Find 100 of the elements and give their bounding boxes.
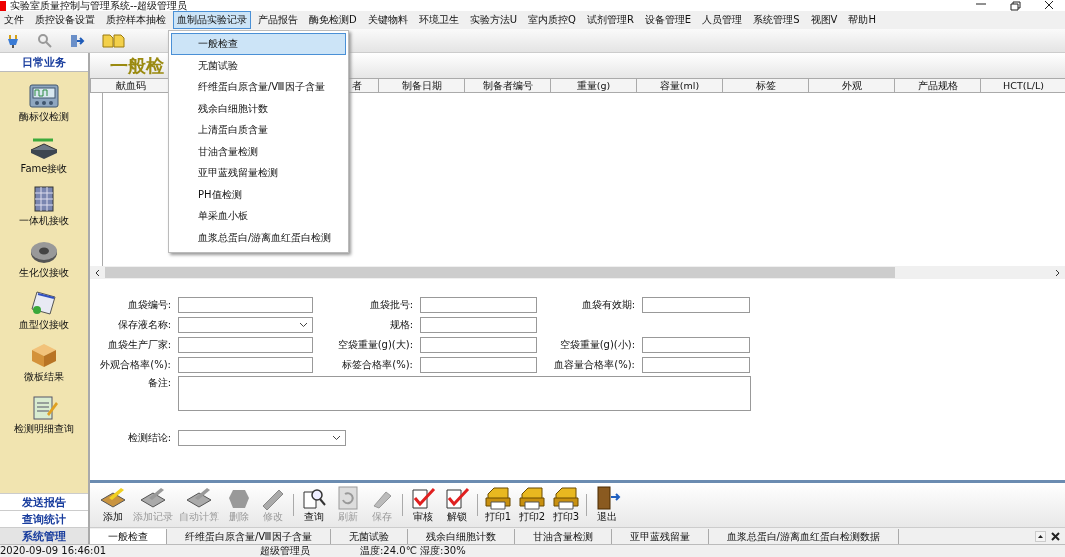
maximize-icon[interactable] [1009,0,1021,11]
toolbar-button[interactable]: 退出 [590,486,624,524]
tab[interactable]: 无菌试验 [330,528,408,544]
tab[interactable]: 甘油含量检测 [514,528,612,544]
scroll-up-icon[interactable] [1035,530,1046,542]
tab[interactable]: 亚甲蓝残留量 [611,528,709,544]
menu-item[interactable]: 纤维蛋白原含量/Ⅷ因子含量 [171,76,346,98]
close-icon[interactable] [1050,530,1061,542]
column-header[interactable]: 制备者编号 [465,79,551,92]
menu-item[interactable]: 帮助H [844,11,880,29]
printer-icon [552,486,580,510]
dropdown-field[interactable] [178,316,313,333]
toolbar-button[interactable]: 审核 [406,486,440,524]
field-label: 血袋生产厂家: [106,337,172,352]
field-label: 规格: [388,317,414,332]
input-field[interactable] [642,356,750,373]
menu-item[interactable]: PH值检测 [171,183,346,205]
menu-item[interactable]: 视图V [806,11,842,29]
sidebar-item[interactable]: 血型仪接收 [0,286,88,332]
window-title: 实验室质量控制与管理系统--超级管理员 [10,0,188,11]
disc-icon [29,240,59,264]
menu-item[interactable]: 文件 [0,11,28,29]
tab[interactable]: 纤维蛋白原含量/Ⅷ因子含量 [167,528,331,544]
column-header[interactable]: HCT(L/L) [981,79,1065,92]
clipboard-icon [139,486,167,510]
clipboard-icon [99,486,127,510]
toolbar-button[interactable]: 查询 [297,486,331,524]
menu-item[interactable]: 残余白细胞计数 [171,97,346,119]
sidebar-section-button[interactable]: 发送报告 [0,493,88,510]
sidebar-section-button[interactable]: 系统管理 [0,527,88,544]
chevron-down-icon [299,321,308,328]
column-header[interactable]: 外观 [809,79,895,92]
input-field[interactable] [642,336,750,353]
menu-item[interactable]: 质控设备设置 [31,11,99,29]
exit-icon[interactable] [69,32,85,49]
input-field[interactable] [420,296,537,313]
field-label: 血袋有效期: [580,297,636,312]
toolbar-button[interactable]: 打印2 [515,486,549,524]
sidebar-item[interactable]: Fame接收 [0,130,88,176]
menu-item[interactable]: 人员管理 [698,11,747,29]
tab[interactable]: 血浆总蛋白/游离血红蛋白检测数据 [708,528,899,544]
menu-item[interactable]: 血制品实验记录 [173,11,251,29]
column-header[interactable]: 重量(g) [551,79,637,92]
toolbar-button[interactable]: 解锁 [440,486,474,524]
menu-item[interactable]: 系统管理S [749,11,804,29]
notes-field[interactable] [178,376,751,411]
menu-item[interactable]: 质控样本抽检 [102,11,170,29]
tab[interactable]: 残余白细胞计数 [407,528,515,544]
sidebar-item[interactable]: 一体机接收 [0,182,88,228]
menu-item[interactable]: 关键物料 [363,11,412,29]
meter-icon [29,84,59,108]
toolbar-button[interactable]: 打印3 [549,486,583,524]
menu-item[interactable]: 上清蛋白质含量 [171,119,346,141]
input-field[interactable] [178,296,313,313]
input-field[interactable] [178,336,313,353]
column-header[interactable]: 产品规格 [895,79,981,92]
menu-item[interactable]: 亚甲蓝残留量检测 [171,162,346,184]
field-label: 空袋重量(g)(大): [336,337,414,352]
printer-icon [518,486,546,510]
menu-item[interactable]: 室内质控Q [524,11,580,29]
status-datetime: 2020-09-09 16:46:01 [0,545,108,557]
sidebar-item[interactable]: 微板结果 [0,338,88,384]
input-field[interactable] [420,316,537,333]
column-header[interactable]: 容量(ml) [637,79,723,92]
sidebar-item[interactable]: 检测明细查询 [0,390,88,436]
page-title: 一般检 [110,53,164,78]
field-label: 备注: [146,376,172,390]
scroll-thumb[interactable] [105,267,895,278]
menu-item[interactable]: 实验方法U [465,11,522,29]
copy-icon[interactable] [101,32,127,49]
column-header[interactable]: 标签 [723,79,809,92]
input-field[interactable] [178,356,313,373]
input-field[interactable] [642,296,750,313]
tab[interactable]: 一般检查 [90,528,167,544]
menu-item[interactable]: 无菌试验 [171,54,346,76]
menu-item[interactable]: 血浆总蛋白/游离血红蛋白检测 [171,226,346,248]
horizontal-scrollbar[interactable] [90,266,1065,279]
sidebar-item[interactable]: 生化仪接收 [0,234,88,280]
menu-item[interactable]: 试剂管理R [582,11,638,29]
close-icon[interactable] [1043,0,1055,11]
toolbar-button[interactable]: 打印1 [481,486,515,524]
column-header[interactable]: 制备日期 [379,79,465,92]
plug-icon[interactable] [5,32,21,49]
input-field[interactable] [420,356,537,373]
field-label: 外观合格率(%): [99,357,172,372]
menu-item[interactable]: 甘油含量检测 [171,140,346,162]
menu-item[interactable]: 环境卫生 [414,11,463,29]
menu-item[interactable]: 产品报告 [254,11,302,29]
checkmark-icon [409,486,437,510]
dropdown-field[interactable] [178,429,346,446]
menu-item[interactable]: 一般检查 [171,33,346,55]
scanner-icon [29,136,59,160]
menu-item[interactable]: 设备管理E [640,11,696,29]
input-field[interactable] [420,336,537,353]
chevron-down-icon [332,434,341,441]
sidebar-item[interactable]: 酶标仪检测 [0,78,88,124]
menu-item[interactable]: 酶免检测D [305,11,361,29]
toolbar-button[interactable]: 添加 [96,486,130,524]
menu-item[interactable]: 单采血小板 [171,205,346,227]
sidebar-section-button[interactable]: 查询统计 [0,510,88,527]
